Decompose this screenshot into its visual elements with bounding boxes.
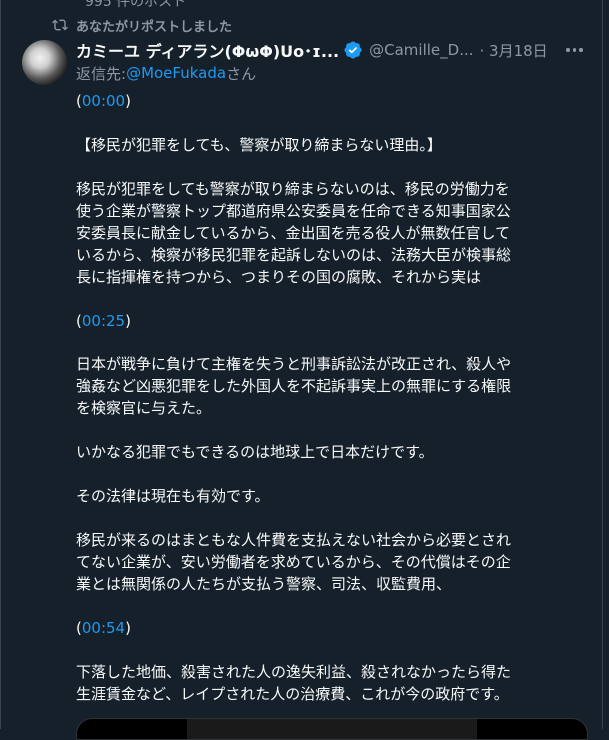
body-line: 使う企業が警察トップ都道府県公安委員を任命できる知事国家公: [76, 202, 511, 220]
body-line: いかなる犯罪でもできるのは地球上で日本だけです。: [76, 443, 434, 461]
timestamp-link[interactable]: 00:25: [82, 312, 125, 330]
timestamp-line: (00:25): [76, 312, 131, 330]
body-line: 移民が犯罪をしても警察が取り締まらないのは、移民の労働力を: [76, 180, 510, 198]
body-line: てない企業が、安い労働者を求めているから、その代償はその企: [76, 553, 511, 571]
post-header: カミーユ ディアラン(ΦωΦ)Uo･ɪ... @Camille_D... · 3…: [76, 38, 596, 62]
avatar[interactable]: [22, 40, 67, 85]
body-line: 下落した地価、殺害された人の逸失利益、殺されなかったら得た: [76, 663, 512, 681]
timeline-left-border: [0, 0, 1, 729]
body-line: 移民が来るのはまともな人件費を支払えない社会から必要とされ: [76, 531, 512, 549]
post-count: 995 件のポスト: [85, 0, 187, 10]
timestamp-link[interactable]: 00:00: [82, 92, 125, 110]
body-line: いるから、検察が移民犯罪を起訴しないのは、法務大臣が検事総: [76, 246, 512, 264]
repost-banner[interactable]: あなたがリポストしました: [52, 15, 232, 35]
body-line: 業とは無関係の人たちが支払う警察、司法、収監費用、: [76, 575, 452, 593]
reply-prefix: 返信先:: [76, 64, 127, 83]
timestamp-line: (00:00): [76, 92, 131, 110]
media-thumbnail: [187, 719, 477, 739]
timestamp-line: (00:54): [76, 619, 131, 637]
post-heading: 【移民が犯罪をしても、警察が取り締まらない理由。】: [76, 136, 442, 154]
body-line: 安委員長に献金しているから、金出国を売る役人が無数任官して: [76, 224, 511, 242]
body-line: その法律は現在も有効です。: [76, 487, 270, 505]
body-line: 日本が戦争に負けて主権を失うと刑事訴訟法が改正され、殺人や: [76, 355, 512, 373]
repost-icon: [52, 19, 68, 31]
timestamp-link[interactable]: 00:54: [82, 619, 125, 637]
body-line: 長に指揮権を持つから、つまりその国の腐敗、それから実は: [76, 268, 482, 286]
body-line: を検察官に与えた。: [76, 399, 212, 417]
body-line: 生涯賃金など、レイプされた人の治療費、これが今の政府です。: [76, 685, 509, 703]
media-preview[interactable]: [76, 718, 588, 740]
post-date[interactable]: · 3月18日: [480, 40, 548, 61]
reply-mention-link[interactable]: @MoeFukada: [126, 64, 226, 82]
repost-banner-text: あなたがリポストしました: [76, 19, 233, 35]
timeline-right-border: [602, 0, 603, 729]
reply-suffix: さん: [226, 64, 257, 83]
more-options-icon[interactable]: [566, 38, 583, 62]
body-line: 強姦など凶悪犯罪をした外国人を不起訴事実上の無罪にする権限: [76, 377, 512, 395]
author-display-name[interactable]: カミーユ ディアラン(ΦωΦ)Uo･ɪ...: [76, 38, 339, 62]
reply-to: 返信先: @MoeFukada さん: [76, 62, 256, 84]
author-handle[interactable]: @Camille_D...: [369, 41, 473, 59]
verified-badge-icon[interactable]: [343, 40, 363, 60]
